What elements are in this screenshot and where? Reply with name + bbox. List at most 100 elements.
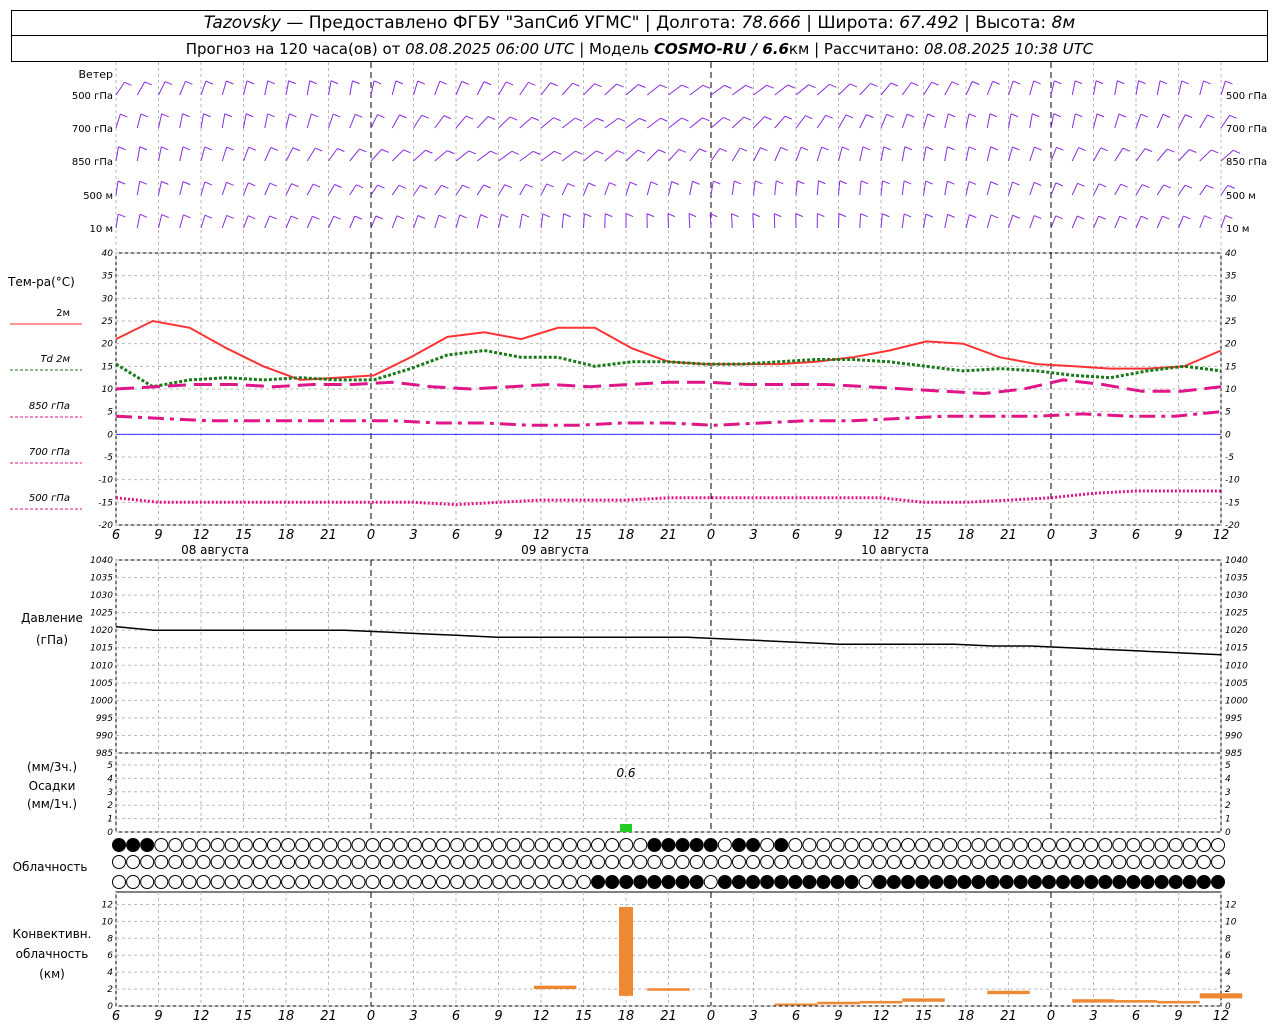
wind-barb-feather bbox=[990, 146, 998, 151]
cloud-title: Облачность bbox=[13, 860, 88, 874]
wind-barb-feather bbox=[1096, 113, 1105, 118]
time-axis-label-bottom: 6 bbox=[1132, 1009, 1140, 1024]
wind-barb bbox=[434, 80, 441, 96]
cloud-cover-icon bbox=[266, 838, 281, 852]
wind-barb-feather bbox=[780, 146, 788, 151]
wind-barb-feather bbox=[596, 150, 604, 155]
wind-barb-feather bbox=[992, 80, 1000, 85]
wind-barb-feather bbox=[797, 180, 805, 185]
cloud-cover-icon bbox=[1126, 855, 1141, 869]
forecast-start: 08.08.2025 06:00 UTC bbox=[405, 39, 575, 58]
wind-barb-feather bbox=[528, 81, 536, 86]
wind-barb-feather bbox=[931, 81, 939, 86]
wind-barb bbox=[901, 82, 912, 96]
wind-level-label-left: 500 гПа bbox=[72, 91, 113, 102]
time-axis-label: 12 bbox=[1213, 528, 1230, 543]
cloud-cover-icon bbox=[858, 855, 873, 869]
wind-barb-feather bbox=[625, 213, 634, 218]
wind-barb bbox=[986, 113, 991, 129]
pressure-ytick-left: 1040 bbox=[90, 556, 113, 566]
cloud-cover-icon bbox=[548, 855, 563, 869]
cloud-cover-icon bbox=[619, 875, 634, 889]
wind-barb-feather bbox=[637, 149, 646, 154]
wind-barb bbox=[986, 214, 992, 229]
precip-ytick-right: 2 bbox=[1225, 801, 1231, 811]
wind-barb bbox=[838, 114, 847, 129]
wind-barb-feather bbox=[1140, 113, 1149, 118]
wind-barb-feather bbox=[267, 80, 275, 85]
wind-barb-feather bbox=[1159, 80, 1168, 85]
precip-unit-bottom: (мм/1ч.) bbox=[27, 797, 77, 811]
wind-barb bbox=[1093, 183, 1100, 196]
wind-barb-feather bbox=[291, 183, 299, 188]
time-axis-label-bottom: 18 bbox=[958, 1009, 975, 1024]
wind-barb-feather bbox=[1053, 113, 1061, 118]
cloud-cover-icon bbox=[450, 855, 465, 869]
pressure-ytick-left: 1005 bbox=[90, 679, 113, 689]
wind-barb bbox=[668, 117, 682, 129]
wind-barb-feather bbox=[337, 148, 345, 152]
wind-barb bbox=[944, 214, 949, 229]
wind-barb bbox=[689, 148, 700, 162]
wind-barb bbox=[540, 117, 554, 129]
wind-barb-feather bbox=[1012, 214, 1020, 219]
wind-barb bbox=[773, 213, 776, 229]
wind-barb bbox=[1029, 113, 1033, 129]
cloud-cover-icon bbox=[788, 875, 803, 889]
wind-barb-feather bbox=[927, 113, 935, 118]
time-axis-label-bottom: 18 bbox=[618, 1009, 635, 1024]
cloud-cover-icon bbox=[731, 875, 746, 889]
time-axis-label: 0 bbox=[1047, 528, 1055, 543]
cloud-cover-icon bbox=[1112, 875, 1127, 889]
wind-barb-feather bbox=[377, 184, 385, 189]
cloud-cover-icon bbox=[1154, 838, 1169, 852]
cloud-cover-icon bbox=[703, 855, 718, 869]
wind-barb-feather bbox=[1098, 183, 1107, 188]
wind-barb-feather bbox=[639, 117, 647, 122]
cloud-cover-icon bbox=[351, 838, 366, 852]
wind-barb bbox=[413, 185, 421, 196]
wind-barb-feather bbox=[1054, 80, 1062, 85]
cloud-cover-icon bbox=[266, 875, 281, 889]
cloud-cover-icon bbox=[943, 855, 958, 869]
wind-barb-feather bbox=[1181, 80, 1189, 85]
wind-barb bbox=[179, 146, 184, 162]
wind-barb bbox=[349, 215, 356, 229]
wind-level-label-right: 700 гПа bbox=[1226, 124, 1267, 135]
wind-level-label-left: 850 гПа bbox=[72, 157, 113, 168]
cloud-cover-icon bbox=[112, 875, 126, 889]
wind-barb-feather bbox=[480, 214, 488, 219]
cloud-cover-icon bbox=[901, 838, 916, 852]
wind-barb bbox=[1135, 184, 1143, 196]
wind-barb-feather bbox=[203, 113, 211, 118]
pressure-ytick-right: 1000 bbox=[1225, 696, 1248, 706]
wind-barb-feather bbox=[845, 114, 854, 119]
time-axis-label-bottom: 6 bbox=[452, 1009, 460, 1024]
pressure-title: Давление bbox=[21, 611, 83, 625]
wind-barb bbox=[498, 116, 511, 129]
wind-barb-feather bbox=[333, 215, 341, 220]
wind-barb-feather bbox=[1056, 146, 1064, 151]
conv-ytick-left: 6 bbox=[107, 951, 113, 961]
temp-ytick-left: 20 bbox=[102, 340, 114, 350]
conv-ytick-left: 0 bbox=[107, 1002, 113, 1012]
wind-barb-feather bbox=[182, 113, 190, 118]
cloud-cover-icon bbox=[309, 875, 324, 889]
wind-barb-feather bbox=[1032, 113, 1040, 118]
wind-barb bbox=[710, 84, 725, 96]
time-axis-label: 6 bbox=[112, 528, 120, 543]
wind-barb bbox=[774, 180, 777, 196]
wind-barb bbox=[646, 149, 659, 162]
wind-barb bbox=[455, 115, 467, 129]
wind-barb bbox=[689, 84, 704, 96]
wind-barb bbox=[583, 117, 598, 129]
cloud-cover-icon bbox=[1084, 875, 1099, 889]
wind-barb-feather bbox=[681, 117, 689, 122]
cloud-cover-icon bbox=[506, 875, 521, 889]
time-axis-label-bottom: 9 bbox=[154, 1009, 162, 1024]
cloud-cover-icon bbox=[915, 875, 930, 889]
wind-barb bbox=[136, 113, 142, 129]
precip-bar bbox=[620, 823, 632, 832]
wind-barb-feather bbox=[161, 146, 169, 151]
cloud-cover-icon bbox=[365, 875, 380, 889]
